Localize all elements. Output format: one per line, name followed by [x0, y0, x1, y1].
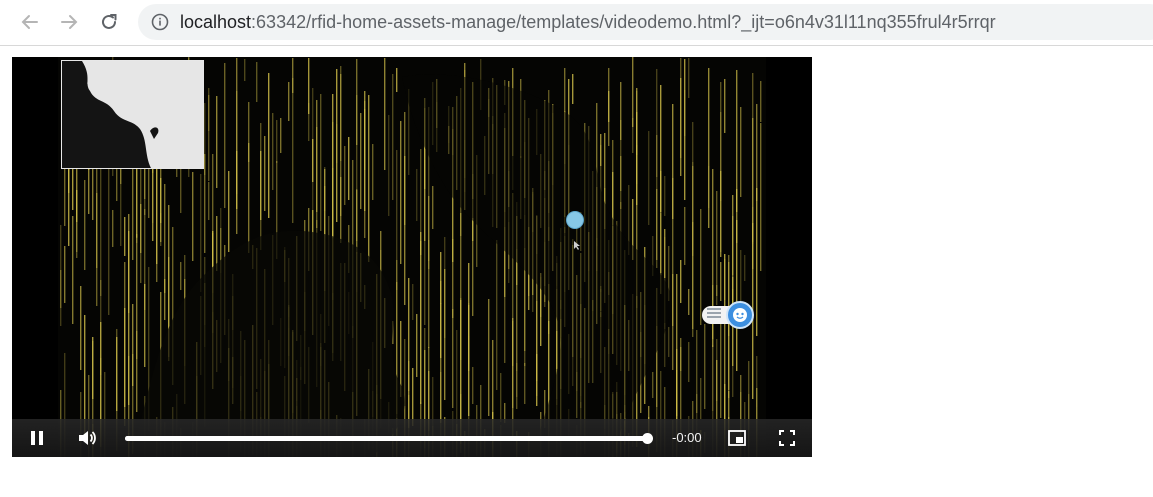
url-path: :63342/rfid-home-assets-manage/templates… — [251, 12, 996, 32]
reload-button[interactable] — [95, 8, 123, 36]
highlight-dot — [566, 211, 584, 229]
progress-bar[interactable] — [125, 433, 653, 444]
video-player[interactable]: -0:00 — [12, 57, 812, 457]
url-host: localhost — [180, 12, 252, 32]
browser-toolbar: localhost:63342/rfid-home-assets-manage/… — [0, 0, 1153, 46]
info-circle-icon[interactable] — [151, 13, 169, 31]
arrow-left-icon — [21, 15, 38, 29]
forward-button[interactable] — [55, 8, 83, 36]
volume-icon — [79, 431, 96, 445]
video-controls: -0:00 — [12, 419, 812, 457]
url-text[interactable]: localhost:63342/rfid-home-assets-manage/… — [180, 12, 996, 32]
picture-in-picture-icon — [728, 430, 746, 446]
progress-thumb[interactable] — [642, 433, 653, 444]
back-button[interactable] — [16, 8, 44, 36]
arrow-right-icon — [61, 15, 78, 29]
silhouette-thumbnail — [61, 60, 204, 169]
pause-button[interactable] — [26, 427, 48, 449]
reload-icon — [102, 14, 117, 29]
mouse-cursor-icon — [574, 241, 580, 250]
fullscreen-icon — [779, 430, 795, 446]
picture-in-picture-button[interactable] — [726, 427, 748, 449]
volume-button[interactable] — [76, 427, 98, 449]
progress-fill — [125, 436, 647, 441]
pause-icon — [31, 431, 43, 445]
time-remaining: -0:00 — [672, 430, 702, 445]
address-bar[interactable]: localhost:63342/rfid-home-assets-manage/… — [138, 4, 1153, 40]
fullscreen-button[interactable] — [776, 427, 798, 449]
chat-assistant-widget[interactable] — [702, 301, 758, 331]
chat-assistant-icon[interactable] — [726, 301, 754, 329]
